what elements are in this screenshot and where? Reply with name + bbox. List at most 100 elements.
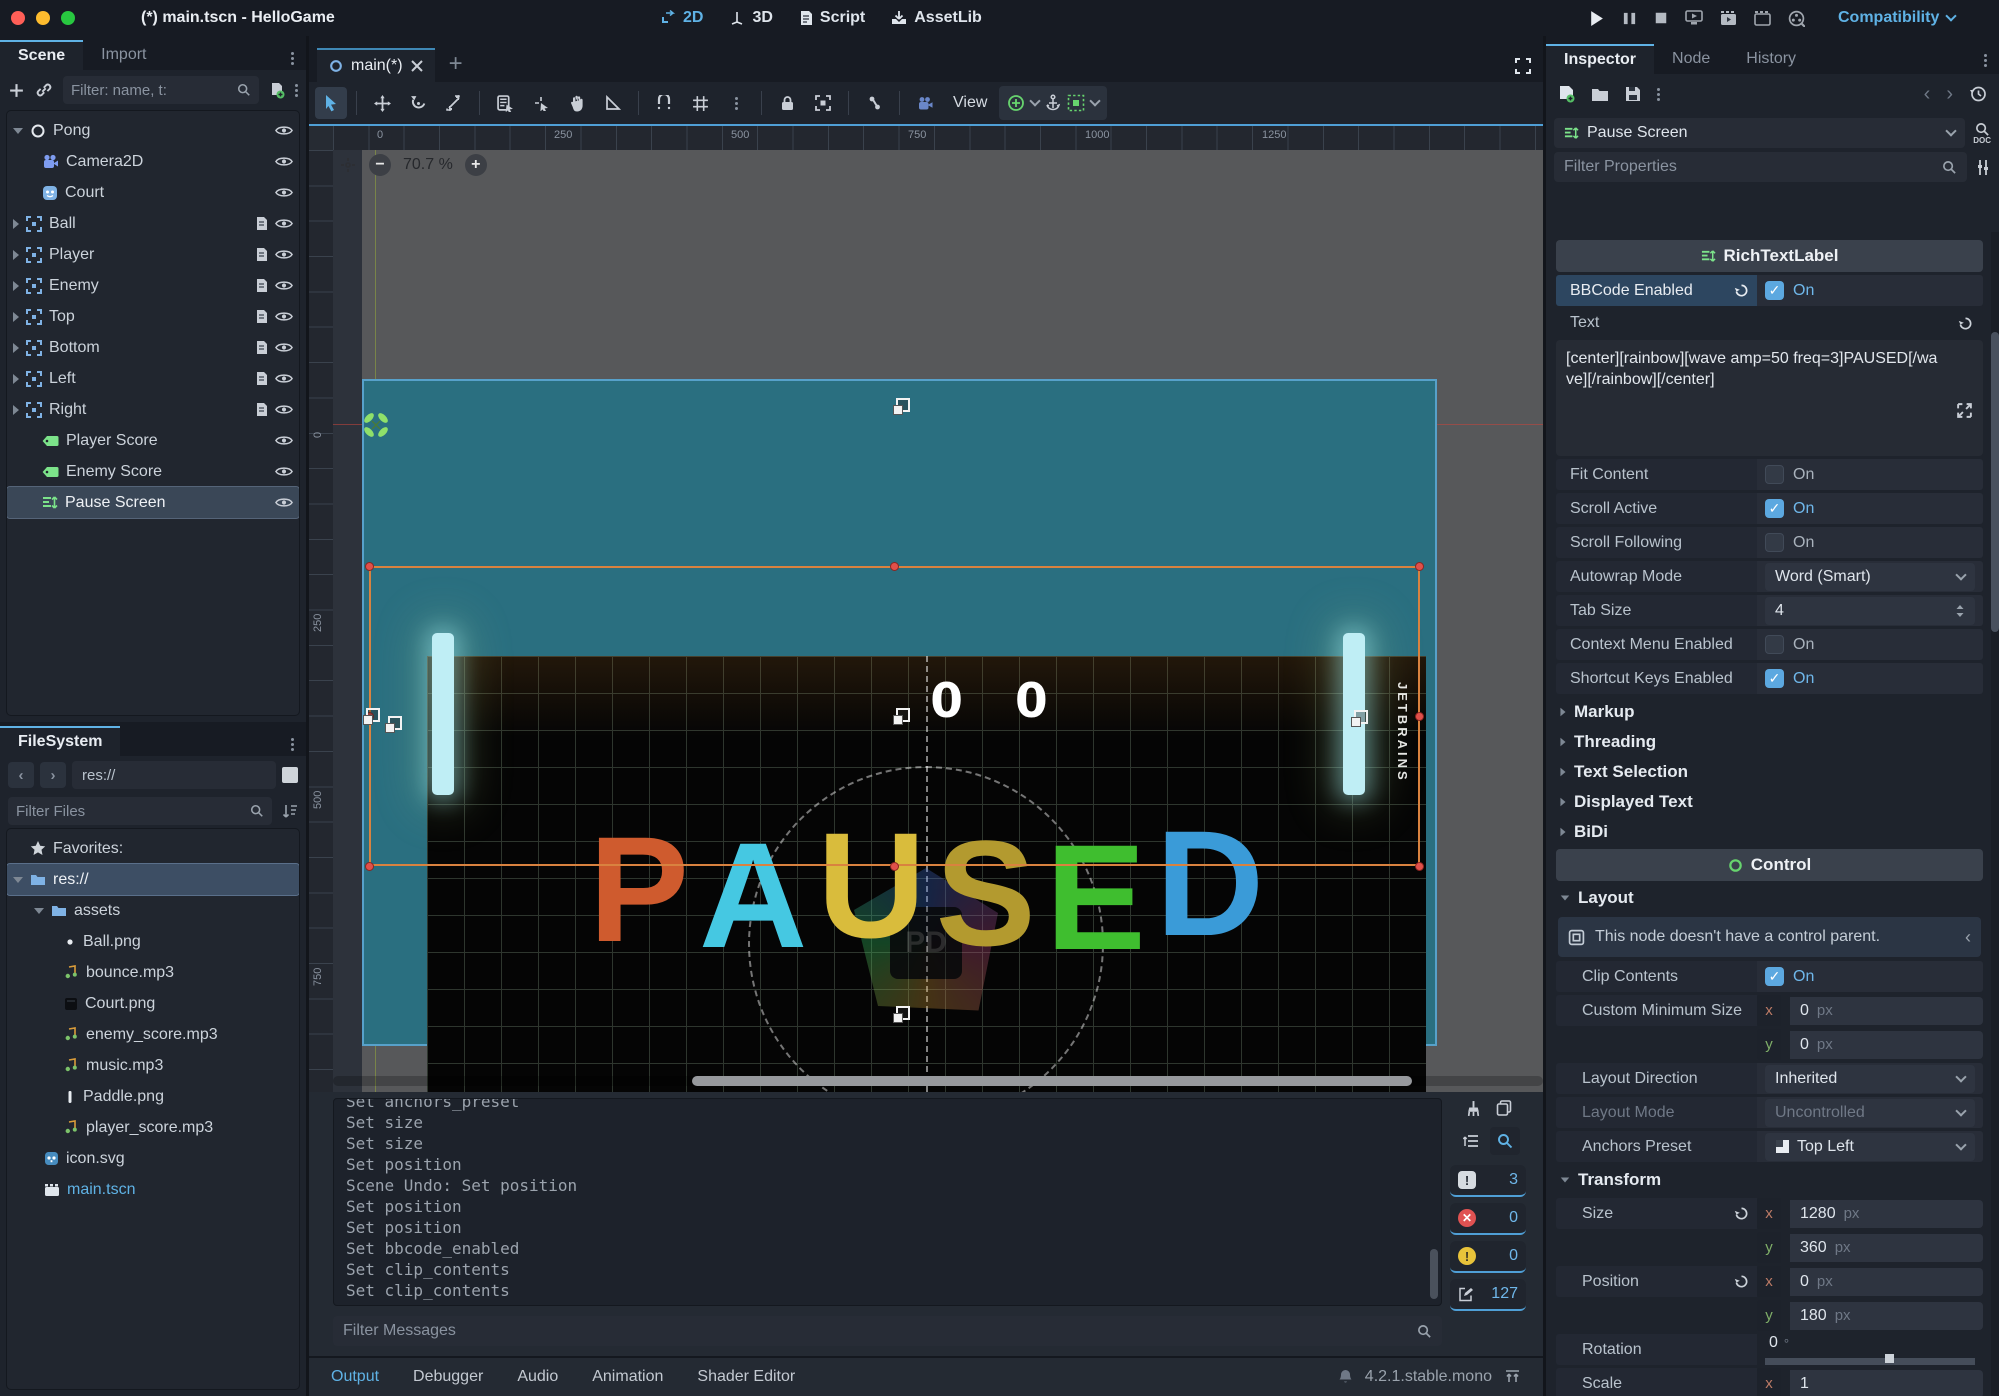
close-icon[interactable]: [410, 60, 423, 72]
anchor-gizmo-bottom[interactable]: [893, 1006, 910, 1023]
visibility-eye-icon[interactable]: [275, 248, 293, 261]
handle-right-mid[interactable]: [1415, 712, 1424, 721]
expand-icon[interactable]: [13, 249, 19, 260]
tab-shader-editor[interactable]: Shader Editor: [697, 1368, 795, 1386]
rotation-slider[interactable]: [1765, 1354, 1975, 1365]
message-count-badge[interactable]: ! 3: [1450, 1165, 1526, 1197]
scene-node-player-score[interactable]: Player Score: [7, 425, 299, 456]
visibility-eye-icon[interactable]: [275, 434, 293, 447]
center-view-icon[interactable]: [339, 156, 357, 174]
control-section-header[interactable]: Control: [1556, 849, 1983, 881]
tab-inspector[interactable]: Inspector: [1546, 44, 1655, 74]
panel-menu-icon[interactable]: [291, 57, 294, 60]
visibility-eye-icon[interactable]: [275, 155, 293, 168]
handle-top-mid[interactable]: [890, 562, 899, 571]
canvas-world[interactable]: 0 0 PD P A U S E D JETBRAINS JETBRAINS: [333, 150, 1543, 1092]
scene-node-camera2d[interactable]: Camera2D: [7, 146, 299, 177]
inspector-scrollbar[interactable]: [1991, 232, 1999, 1396]
scene-node-court[interactable]: Court: [7, 177, 299, 208]
expand-icon[interactable]: [13, 342, 19, 353]
file-enemy-score-mp3[interactable]: enemy_score.mp3: [7, 1019, 299, 1050]
property-rotation[interactable]: Rotation 0 °: [1556, 1334, 1983, 1365]
handle-top-right[interactable]: [1415, 562, 1424, 571]
checkbox-checked[interactable]: ✓: [1765, 967, 1784, 986]
res-root-item[interactable]: res://: [7, 863, 299, 896]
renderer-selector[interactable]: Compatibility: [1838, 9, 1958, 27]
distraction-free-icon[interactable]: [1515, 58, 1531, 74]
scale-tool-button[interactable]: [438, 87, 470, 119]
handle-bottom-right[interactable]: [1415, 862, 1424, 871]
log-scrollbar[interactable]: [1430, 1249, 1438, 1299]
zoom-in-button[interactable]: +: [464, 154, 487, 176]
scrollbar-thumb[interactable]: [692, 1076, 1412, 1086]
tab-size-spinner[interactable]: 4: [1765, 596, 1975, 625]
layout-mode-dropdown[interactable]: Uncontrolled: [1765, 1098, 1975, 1127]
tab-filesystem[interactable]: FileSystem: [0, 726, 121, 756]
script-badge-icon[interactable]: [255, 309, 268, 324]
property-size-y[interactable]: y 360 px: [1556, 1232, 1983, 1263]
property-anchors-preset[interactable]: Anchors Preset Top Left: [1556, 1131, 1983, 1162]
grid-snap-button[interactable]: [684, 87, 716, 119]
show-search-icon[interactable]: [1490, 1127, 1520, 1155]
property-autowrap-mode[interactable]: Autowrap Mode Word (Smart): [1556, 561, 1983, 592]
copy-log-icon[interactable]: [1496, 1100, 1512, 1116]
tab-3d[interactable]: 3D: [729, 9, 773, 27]
select-tool-button[interactable]: [315, 87, 347, 119]
file-paddle-png[interactable]: Paddle.png: [7, 1081, 299, 1112]
tab-assetlib[interactable]: AssetLib: [891, 9, 982, 27]
smart-snap-button[interactable]: [648, 87, 680, 119]
filesystem-filter-input[interactable]: Filter Files: [8, 797, 272, 825]
zoom-level[interactable]: 70.7 %: [403, 156, 453, 174]
property-position-x[interactable]: Position x 0 px: [1556, 1266, 1983, 1297]
play-button[interactable]: [1588, 10, 1605, 27]
property-tools-icon[interactable]: [1975, 159, 1991, 176]
file-music-mp3[interactable]: music.mp3: [7, 1050, 299, 1081]
object-history-icon[interactable]: [1969, 85, 1987, 103]
canvas-hscrollbar[interactable]: [333, 1076, 1543, 1086]
scene-node-pong[interactable]: Pong: [7, 115, 299, 146]
checkbox-unchecked[interactable]: [1765, 533, 1784, 552]
zoom-out-button[interactable]: −: [369, 154, 391, 176]
anchors-preset-dropdown[interactable]: Top Left: [1765, 1132, 1975, 1161]
collapse-duplicates-icon[interactable]: [1456, 1127, 1486, 1155]
scene-menu-icon[interactable]: [295, 88, 298, 92]
snap-options-icon[interactable]: [720, 87, 752, 119]
resource-menu-icon[interactable]: [1657, 92, 1660, 96]
script-badge-icon[interactable]: [255, 216, 268, 231]
position-x-field[interactable]: 0 px: [1790, 1267, 1983, 1296]
autowrap-dropdown[interactable]: Word (Smart): [1765, 562, 1975, 591]
maximize-window-button[interactable]: [61, 11, 75, 25]
anchor-icon[interactable]: [1045, 94, 1061, 112]
visibility-eye-icon[interactable]: [275, 186, 293, 199]
expand-icon[interactable]: [13, 218, 19, 229]
play-scene-button[interactable]: [1685, 10, 1703, 26]
close-window-button[interactable]: [11, 11, 25, 25]
history-forward-icon[interactable]: ›: [1946, 83, 1953, 106]
new-resource-icon[interactable]: [1558, 85, 1575, 103]
property-bbcode-enabled[interactable]: BBCode Enabled ✓ On: [1556, 275, 1983, 306]
group-threading[interactable]: Threading: [1550, 727, 1989, 757]
script-badge-icon[interactable]: [255, 340, 268, 355]
scene-node-enemy[interactable]: Enemy: [7, 270, 299, 301]
group-transform[interactable]: Transform: [1550, 1165, 1989, 1195]
custom-min-y-field[interactable]: 0 px: [1790, 1030, 1983, 1059]
size-y-field[interactable]: 360 px: [1790, 1233, 1983, 1262]
pivot-tool-button[interactable]: [525, 87, 557, 119]
expand-icon[interactable]: [13, 373, 19, 384]
view-menu-button[interactable]: View: [945, 94, 995, 112]
visibility-eye-icon[interactable]: [275, 279, 293, 292]
favorites-item[interactable]: Favorites:: [7, 833, 299, 864]
chevron-down-icon[interactable]: [1029, 95, 1042, 107]
file-ball-png[interactable]: Ball.png: [7, 926, 299, 957]
scene-node-player[interactable]: Player: [7, 239, 299, 270]
property-tab-size[interactable]: Tab Size 4: [1556, 595, 1983, 626]
instance-scene-button[interactable]: [35, 81, 53, 99]
panel-menu-icon[interactable]: [1984, 59, 1987, 62]
pause-button[interactable]: [1622, 11, 1637, 26]
handle-bottom-mid[interactable]: [890, 862, 899, 871]
revert-icon[interactable]: [1734, 283, 1749, 298]
property-text[interactable]: Text: [1556, 309, 1983, 337]
back-button[interactable]: ‹: [8, 762, 34, 788]
tab-import[interactable]: Import: [83, 40, 164, 70]
visibility-eye-icon[interactable]: [275, 465, 293, 478]
